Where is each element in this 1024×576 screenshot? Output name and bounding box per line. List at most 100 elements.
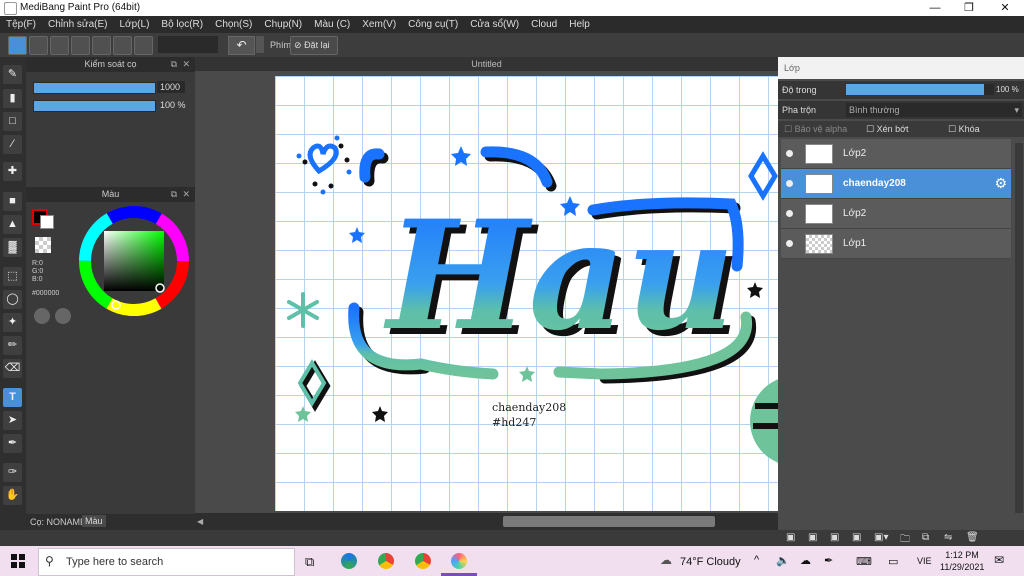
- brush-icon[interactable]: ✎: [3, 65, 22, 84]
- undock-icon[interactable]: ⧉: [171, 187, 177, 202]
- menu-tools[interactable]: Công cụ(T): [402, 16, 464, 33]
- layer-row-selected[interactable]: chaenday208 ⚙: [781, 169, 1011, 199]
- select-pen-icon[interactable]: ✏: [3, 336, 22, 355]
- transfer-icon[interactable]: ⇋: [944, 532, 952, 543]
- canvas-tab[interactable]: Untitled: [195, 57, 778, 71]
- grid-icon[interactable]: [113, 36, 132, 55]
- chrome-icon-2[interactable]: [415, 553, 431, 569]
- color-wheel[interactable]: [78, 205, 190, 317]
- close-icon[interactable]: ✕: [182, 187, 190, 202]
- notification-icon[interactable]: ✉: [994, 553, 1004, 567]
- text-icon[interactable]: T: [3, 388, 22, 407]
- weather-text[interactable]: 74°F Cloudy: [680, 556, 741, 568]
- display-icon[interactable]: ▭: [888, 555, 898, 568]
- new-layer-icon[interactable]: ▣: [786, 532, 795, 543]
- table-icon[interactable]: [134, 36, 153, 55]
- blend-mode-dropdown[interactable]: Bình thường ▾: [846, 103, 1022, 117]
- menu-cloud[interactable]: Cloud: [525, 16, 563, 33]
- brush-size-slider[interactable]: [33, 82, 156, 94]
- minimize-button[interactable]: —: [918, 0, 952, 16]
- clock[interactable]: 1:12 PM 11/29/2021: [940, 549, 984, 573]
- merge-icon[interactable]: ⧉: [922, 532, 929, 543]
- comment-icon[interactable]: [50, 36, 69, 55]
- speaker-icon[interactable]: 🔈: [776, 554, 790, 567]
- eraser-icon[interactable]: ▮: [3, 89, 22, 108]
- menu-color[interactable]: Màu (C): [308, 16, 356, 33]
- input-language[interactable]: VIE: [917, 556, 932, 566]
- task-view-icon[interactable]: ⧉: [305, 554, 314, 570]
- menu-capture[interactable]: Chụp(N): [258, 16, 308, 33]
- undo-dropdown[interactable]: [256, 36, 264, 53]
- close-button[interactable]: ✕: [988, 0, 1022, 16]
- menu-help[interactable]: Help: [563, 16, 596, 33]
- brush-opacity-slider[interactable]: [33, 100, 156, 112]
- halftone-icon[interactable]: ▣: [852, 532, 861, 543]
- bucket-icon[interactable]: ▲: [3, 215, 22, 234]
- cloud-icon[interactable]: [8, 36, 27, 55]
- select-eraser-icon[interactable]: ⌫: [3, 359, 22, 378]
- onedrive-icon[interactable]: ☁: [800, 554, 811, 567]
- reset-button[interactable]: ⊘ Đặt lại: [290, 36, 338, 55]
- lasso-icon[interactable]: ◯: [3, 290, 22, 309]
- menu-edit[interactable]: Chỉnh sửa(E): [42, 16, 114, 33]
- menu-select[interactable]: Chọn(S): [209, 16, 258, 33]
- menu-filter[interactable]: Bộ lọc(R): [155, 16, 209, 33]
- maximize-button[interactable]: ❐: [952, 0, 986, 16]
- trash-icon[interactable]: 🗑: [966, 532, 979, 543]
- scrollbar-thumb[interactable]: [503, 516, 715, 527]
- brush-size-value[interactable]: 1000: [157, 81, 185, 93]
- menu-view[interactable]: Xem(V): [356, 16, 402, 33]
- canvas-text[interactable]: chaenday208 #hd247: [492, 400, 566, 430]
- menu-layer[interactable]: Lớp(L): [114, 16, 156, 33]
- chrome-icon[interactable]: [378, 553, 394, 569]
- pen-icon[interactable]: ✒: [3, 434, 22, 453]
- menu-file[interactable]: Tệp(F): [0, 16, 42, 33]
- clip-checkbox[interactable]: ☐ Xén bớt: [866, 124, 909, 135]
- new-raster-layer-icon[interactable]: ▣: [808, 532, 817, 543]
- medibang-taskbar-icon[interactable]: [451, 553, 467, 569]
- magic-wand-icon[interactable]: ✦: [3, 313, 22, 332]
- scroll-left-icon[interactable]: ◀: [197, 517, 203, 526]
- gradient-icon[interactable]: ▓: [3, 238, 22, 257]
- pen-workspace-icon[interactable]: ✒: [824, 554, 833, 567]
- palette-rgb-icon[interactable]: [55, 308, 71, 324]
- layer-row[interactable]: Lớp1: [781, 229, 1011, 259]
- visibility-icon[interactable]: [786, 180, 793, 187]
- toolbar-field[interactable]: [158, 36, 218, 53]
- share-icon[interactable]: [29, 36, 48, 55]
- operation-icon[interactable]: ➤: [3, 411, 22, 430]
- palette-icon[interactable]: [34, 308, 50, 324]
- opacity-slider[interactable]: [846, 84, 994, 95]
- transparent-swatch[interactable]: [35, 237, 51, 253]
- add-dropdown-icon[interactable]: ▣▾: [874, 532, 888, 543]
- color-tab[interactable]: Màu: [82, 515, 106, 527]
- windows-start-icon[interactable]: [11, 554, 25, 568]
- visibility-icon[interactable]: [786, 240, 793, 247]
- gear-icon[interactable]: ⚙: [994, 175, 1007, 192]
- eyedropper-icon[interactable]: ✑: [3, 463, 22, 482]
- rectangle-icon[interactable]: □: [3, 112, 22, 131]
- layer-row[interactable]: Lớp2: [781, 199, 1011, 229]
- undo-icon[interactable]: ↶: [228, 36, 255, 55]
- edge-icon[interactable]: [341, 553, 357, 569]
- drawing-canvas[interactable]: Hau Hau chaenday208 #hd247: [275, 76, 778, 511]
- select-icon[interactable]: ⬚: [3, 267, 22, 286]
- duplicate-icon[interactable]: ▣: [830, 532, 839, 543]
- keyboard-icon[interactable]: ⌨: [856, 555, 872, 568]
- fill-rect-icon[interactable]: ■: [3, 192, 22, 211]
- taskbar-search-box[interactable]: ⚲ Type here to search: [38, 548, 295, 576]
- chevron-up-icon[interactable]: ^: [754, 554, 759, 566]
- undock-icon[interactable]: ⧉: [171, 57, 177, 72]
- layer-row[interactable]: Lớp2: [781, 139, 1011, 169]
- line-icon[interactable]: ∕: [3, 135, 22, 154]
- protect-alpha-checkbox[interactable]: ☐ Bảo vệ alpha: [784, 124, 847, 135]
- visibility-icon[interactable]: [786, 150, 793, 157]
- menu-window[interactable]: Cửa sổ(W): [464, 16, 525, 33]
- visibility-icon[interactable]: [786, 210, 793, 217]
- lock-checkbox[interactable]: ☐ Khóa: [948, 124, 980, 135]
- layer-scrollbar[interactable]: [1015, 143, 1023, 513]
- hand-icon[interactable]: ✋: [3, 486, 22, 505]
- close-icon[interactable]: ✕: [182, 57, 190, 72]
- chat-icon[interactable]: [71, 36, 90, 55]
- document-icon[interactable]: [92, 36, 111, 55]
